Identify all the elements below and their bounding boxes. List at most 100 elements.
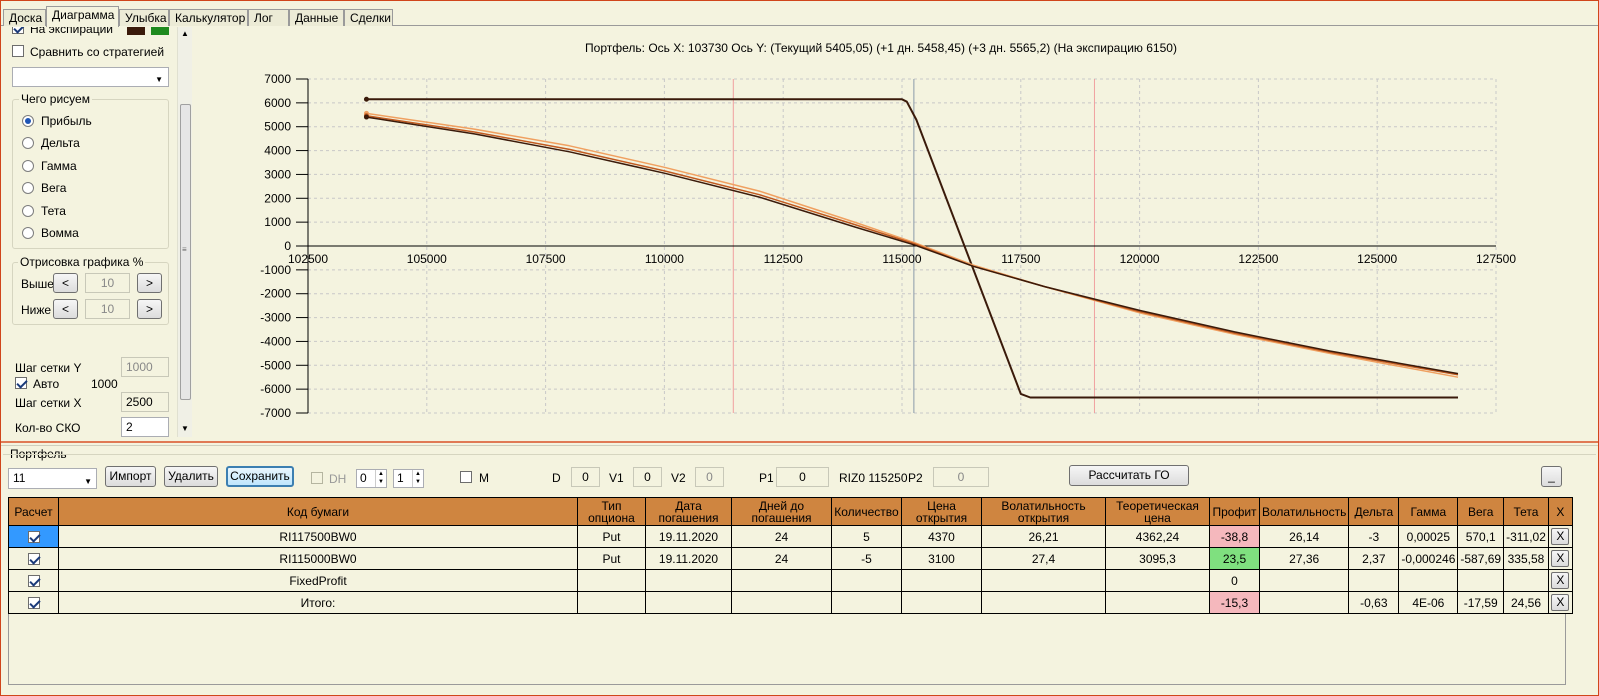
- radio-gamma[interactable]: [22, 160, 34, 172]
- radio-delta[interactable]: [22, 137, 34, 149]
- row-calc-cell[interactable]: [8, 525, 59, 548]
- grid-y-input[interactable]: 1000: [121, 357, 169, 377]
- tab-data[interactable]: Данные: [289, 9, 344, 26]
- portfolio-select[interactable]: 11 ▼: [8, 468, 97, 489]
- column-header[interactable]: Дата погашения: [645, 497, 732, 526]
- cell-qty: 5: [831, 525, 902, 548]
- column-header[interactable]: Волатильность открытия: [981, 497, 1106, 526]
- column-header[interactable]: Дельта: [1348, 497, 1400, 526]
- table-row[interactable]: Итого: -15,3 -0,63 4E-06 -17,59 24,56 X: [8, 591, 1573, 614]
- column-header[interactable]: Цена открытия: [901, 497, 982, 526]
- expiry-color-swatch[interactable]: [127, 27, 145, 35]
- column-header[interactable]: Гамма: [1398, 497, 1459, 526]
- below-decrease-button[interactable]: <: [53, 299, 78, 319]
- table-row[interactable]: FixedProfit 0 X: [8, 569, 1573, 592]
- remove-row-button[interactable]: X: [1551, 528, 1570, 545]
- remove-row-button[interactable]: X: [1551, 572, 1570, 589]
- column-header[interactable]: X: [1547, 497, 1573, 526]
- compare-color-swatch[interactable]: [151, 27, 169, 35]
- radio-vega[interactable]: [22, 182, 34, 194]
- p2-input[interactable]: 0: [933, 467, 989, 487]
- import-button[interactable]: Импорт: [105, 466, 156, 487]
- column-header[interactable]: Волатильность: [1258, 497, 1350, 526]
- dh-checkbox[interactable]: [311, 472, 323, 484]
- cell-qty: -5: [831, 547, 902, 570]
- row-calc-checkbox[interactable]: [27, 575, 40, 588]
- above-increase-button[interactable]: >: [137, 273, 162, 293]
- column-header[interactable]: Расчет: [8, 497, 59, 526]
- splitter[interactable]: [1, 441, 1598, 446]
- remove-row-button[interactable]: X: [1551, 594, 1570, 611]
- radio-vomma[interactable]: [22, 227, 34, 239]
- tab-diagram[interactable]: Диаграмма: [46, 6, 119, 27]
- chart-area: Портфель: Ось X: 103730 Ось Y: (Текущий …: [194, 27, 1598, 441]
- radio-gamma-label: Гамма: [41, 159, 77, 173]
- cell-open-vol: 27,4: [981, 547, 1106, 570]
- scroll-down-icon[interactable]: ▼: [181, 424, 189, 433]
- column-header[interactable]: Количество: [831, 497, 902, 526]
- column-header[interactable]: Тета: [1503, 497, 1549, 526]
- column-header[interactable]: Теоретическая цена: [1105, 497, 1210, 526]
- column-header[interactable]: Тип опциона: [577, 497, 646, 526]
- table-row[interactable]: RI115000BW0 Put 19.11.2020 24 -5 3100 27,4 3095…: [8, 547, 1573, 570]
- portfolio-divider: [3, 454, 1596, 455]
- scroll-up-icon[interactable]: ▲: [181, 29, 189, 38]
- tab-log[interactable]: Лог: [248, 9, 289, 26]
- row-calc-cell[interactable]: [8, 591, 59, 614]
- p2-label: P2: [908, 471, 923, 485]
- tab-deals[interactable]: Сделки: [344, 9, 393, 26]
- d-input[interactable]: 0: [571, 467, 600, 487]
- cell-open-price: [901, 569, 982, 592]
- spin-box-1[interactable]: 0 ▲ ▼: [356, 469, 387, 488]
- on-expiry-checkbox[interactable]: [12, 27, 24, 34]
- remove-row-button[interactable]: X: [1551, 550, 1570, 567]
- radio-theta[interactable]: [22, 205, 34, 217]
- cell-gamma: [1398, 569, 1459, 592]
- grid-x-input[interactable]: 2500: [121, 392, 169, 412]
- auto-checkbox[interactable]: [15, 377, 27, 389]
- column-header[interactable]: Вега: [1457, 497, 1505, 526]
- sko-input[interactable]: 2: [121, 417, 169, 437]
- column-header[interactable]: Дней до погашения: [731, 497, 832, 526]
- save-button[interactable]: Сохранить: [226, 466, 294, 487]
- row-calc-checkbox[interactable]: [27, 531, 40, 544]
- row-calc-checkbox[interactable]: [27, 597, 40, 610]
- m-checkbox[interactable]: [460, 471, 472, 483]
- column-header[interactable]: Код бумаги: [58, 497, 578, 526]
- tab-calculator[interactable]: Калькулятор: [169, 9, 248, 26]
- below-input[interactable]: 10: [85, 299, 130, 319]
- spin-box-2[interactable]: 1 ▲ ▼: [393, 469, 424, 488]
- cell-vol: [1258, 591, 1350, 614]
- cell-open-vol: [981, 591, 1106, 614]
- cell-date: 19.11.2020: [645, 547, 732, 570]
- scrollbar-thumb[interactable]: ≡: [180, 104, 191, 400]
- grip-icon: ≡: [182, 245, 187, 254]
- spin-arrows-icon[interactable]: ▲ ▼: [412, 470, 423, 487]
- compare-strategy-checkbox[interactable]: [12, 45, 24, 57]
- cell-type: Put: [577, 525, 646, 548]
- row-calc-cell[interactable]: [8, 569, 59, 592]
- above-decrease-button[interactable]: <: [53, 273, 78, 293]
- tab-smile[interactable]: Улыбка: [119, 9, 169, 26]
- delete-button[interactable]: Удалить: [164, 466, 218, 487]
- tab-board[interactable]: Доска: [3, 9, 46, 26]
- y-tick-label: 7000: [264, 72, 291, 86]
- row-calc-cell[interactable]: [8, 547, 59, 570]
- cell-theo: 3095,3: [1105, 547, 1210, 570]
- spin-arrows-icon[interactable]: ▲ ▼: [375, 470, 386, 487]
- column-header[interactable]: Профит: [1209, 497, 1260, 526]
- table-row[interactable]: RI117500BW0 Put 19.11.2020 24 5 4370 26,21 4362…: [8, 525, 1573, 548]
- p1-input[interactable]: 0: [776, 467, 829, 487]
- row-calc-checkbox[interactable]: [27, 553, 40, 566]
- v1-input[interactable]: 0: [633, 467, 662, 487]
- series-start-point: [363, 96, 369, 102]
- above-input[interactable]: 10: [85, 273, 130, 293]
- v2-input[interactable]: 0: [695, 467, 724, 487]
- left-panel-scrollbar[interactable]: ▲ ≡ ▼: [177, 27, 192, 437]
- strategy-select[interactable]: ▼: [12, 67, 169, 87]
- cell-vega: -17,59: [1457, 591, 1505, 614]
- below-increase-button[interactable]: >: [137, 299, 162, 319]
- radio-profit[interactable]: [22, 115, 34, 127]
- calc-go-button[interactable]: Рассчитать ГО: [1069, 465, 1189, 486]
- minimize-button[interactable]: _: [1541, 466, 1562, 487]
